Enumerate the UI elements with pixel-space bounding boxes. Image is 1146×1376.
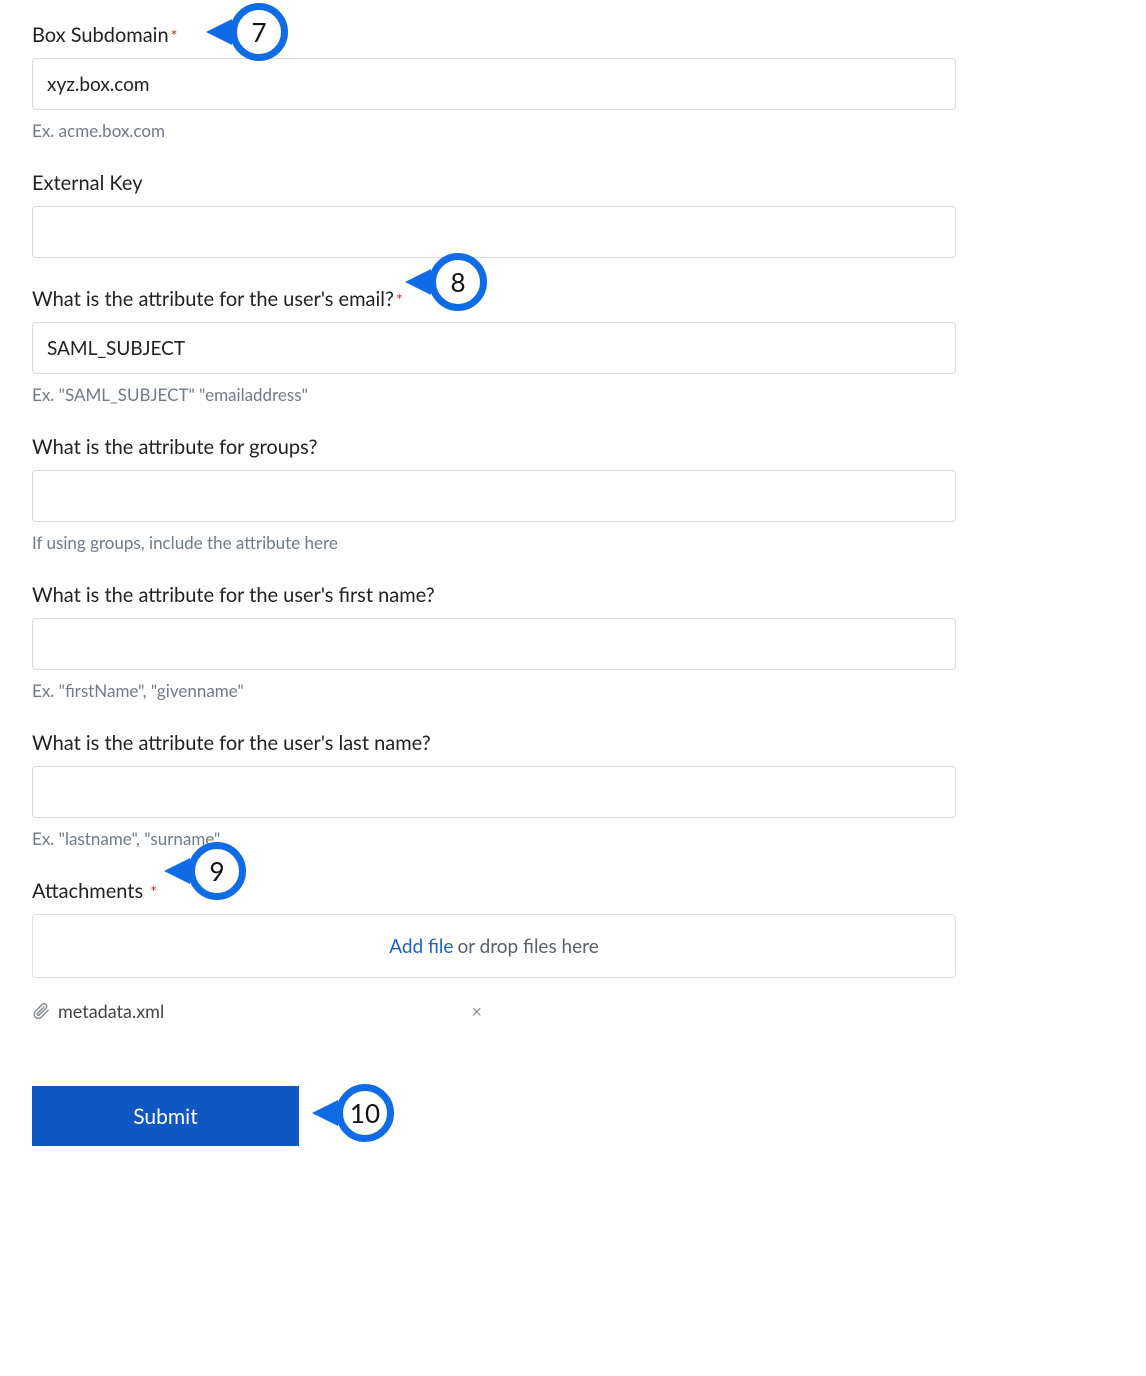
hint-email-attribute: Ex. "SAML_SUBJECT" "emailaddress" — [32, 384, 1114, 406]
input-groups-attribute[interactable] — [32, 470, 956, 522]
submit-button[interactable]: Submit — [32, 1086, 299, 1146]
input-lastname-attribute[interactable] — [32, 766, 956, 818]
attachment-filename: metadata.xml — [58, 1000, 472, 1022]
add-file-link[interactable]: Add file — [389, 935, 453, 958]
input-email-attribute[interactable] — [32, 322, 956, 374]
required-marker: * — [171, 27, 178, 46]
field-firstname-attribute: What is the attribute for the user's fir… — [32, 582, 1114, 702]
label-email-attribute: What is the attribute for the user's ema… — [32, 286, 1114, 312]
field-groups-attribute: What is the attribute for groups? If usi… — [32, 434, 1114, 554]
callout-10: 10 — [336, 1084, 394, 1142]
hint-lastname-attribute: Ex. "lastname", "surname" — [32, 828, 1114, 850]
hint-groups-attribute: If using groups, include the attribute h… — [32, 532, 1114, 554]
hint-box-subdomain: Ex. acme.box.com — [32, 120, 1114, 142]
field-email-attribute: 8 What is the attribute for the user's e… — [32, 286, 1114, 406]
label-external-key: External Key — [32, 170, 1114, 196]
required-marker: * — [396, 291, 403, 310]
paperclip-icon — [32, 1002, 50, 1020]
input-firstname-attribute[interactable] — [32, 618, 956, 670]
required-marker: * — [150, 883, 157, 902]
label-firstname-attribute: What is the attribute for the user's fir… — [32, 582, 1114, 608]
input-external-key[interactable] — [32, 206, 956, 258]
label-attachments: Attachments * — [32, 878, 1114, 904]
field-external-key: External Key — [32, 170, 1114, 258]
submit-row: 10 Submit — [32, 1086, 1114, 1146]
drop-text: or drop files here — [457, 935, 598, 958]
label-lastname-attribute: What is the attribute for the user's las… — [32, 730, 1114, 756]
attachments-dropzone[interactable]: Add file or drop files here — [32, 914, 956, 978]
field-lastname-attribute: What is the attribute for the user's las… — [32, 730, 1114, 850]
input-box-subdomain[interactable] — [32, 58, 956, 110]
hint-firstname-attribute: Ex. "firstName", "givenname" — [32, 680, 1114, 702]
field-attachments: 9 Attachments * Add file or drop files h… — [32, 878, 1114, 1022]
attachment-row: metadata.xml × — [32, 1000, 482, 1022]
label-box-subdomain: Box Subdomain* — [32, 22, 1114, 48]
remove-attachment-button[interactable]: × — [472, 1002, 482, 1020]
label-groups-attribute: What is the attribute for groups? — [32, 434, 1114, 460]
field-box-subdomain: 7 Box Subdomain* Ex. acme.box.com — [32, 22, 1114, 142]
